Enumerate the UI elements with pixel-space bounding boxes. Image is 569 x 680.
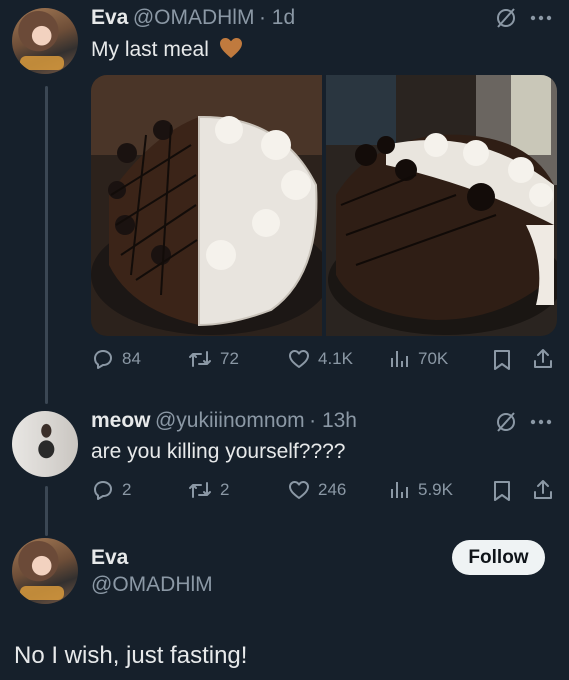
like-icon <box>289 350 309 368</box>
reply-button[interactable]: 2 <box>91 478 131 502</box>
tweet-text: No I wish, just fasting! <box>14 642 248 669</box>
user-handle[interactable]: @OMADHlM <box>133 6 255 29</box>
tweet-header: meow @yukiiinomnom · 13h <box>91 409 357 433</box>
views-button[interactable]: 5.9K <box>387 478 453 502</box>
display-name[interactable]: Eva <box>91 546 128 569</box>
tweet-text-content: My last meal <box>91 38 209 61</box>
reply-icon <box>94 481 112 500</box>
display-name[interactable]: meow <box>91 409 151 432</box>
avatar[interactable] <box>12 411 78 477</box>
avatar[interactable] <box>12 538 78 604</box>
thread-line <box>45 86 48 404</box>
bookmark-icon[interactable] <box>491 348 513 372</box>
cake-photo-2[interactable] <box>326 75 557 336</box>
tweet-text: are you killing yourself???? <box>91 440 346 463</box>
repost-icon <box>189 351 211 367</box>
share-icon[interactable] <box>531 347 555 371</box>
follow-button[interactable]: Follow <box>452 540 545 575</box>
views-button[interactable]: 70K <box>387 347 448 371</box>
user-handle[interactable]: @OMADHlM <box>91 573 213 596</box>
like-button[interactable]: 246 <box>287 478 346 502</box>
repost-count: 2 <box>220 480 230 499</box>
repost-icon <box>189 482 211 498</box>
media-grid[interactable] <box>91 75 557 336</box>
like-icon <box>289 481 309 499</box>
views-count: 5.9K <box>418 480 453 499</box>
thread-line <box>45 486 48 536</box>
avatar[interactable] <box>12 8 78 74</box>
views-icon <box>391 351 408 367</box>
timestamp[interactable]: · 13h <box>309 409 357 432</box>
tweet-actions: 2 2 246 5.9K <box>91 478 557 506</box>
brown-heart-icon <box>219 38 242 58</box>
reply-button[interactable]: 84 <box>91 347 141 371</box>
mute-icon[interactable] <box>494 6 518 30</box>
tweet-text: My last meal <box>91 37 243 62</box>
repost-button[interactable]: 72 <box>187 347 239 371</box>
repost-count: 72 <box>220 349 239 368</box>
bookmark-icon[interactable] <box>491 479 513 503</box>
views-count: 70K <box>418 349 449 368</box>
repost-button[interactable]: 2 <box>187 478 229 502</box>
display-name[interactable]: Eva <box>91 6 128 29</box>
user-handle[interactable]: @yukiiinomnom <box>155 409 305 432</box>
cake-photo-1[interactable] <box>91 75 322 336</box>
tweet-thread: Eva @OMADHlM · 1d My last meal 84 72 4.1… <box>0 0 569 680</box>
like-button[interactable]: 4.1K <box>287 347 353 371</box>
like-count: 246 <box>318 480 347 499</box>
like-count: 4.1K <box>318 349 353 368</box>
mute-icon[interactable] <box>494 410 518 434</box>
reply-count: 84 <box>122 349 141 368</box>
more-icon[interactable] <box>530 14 552 22</box>
more-icon[interactable] <box>530 418 552 426</box>
tweet-header: Eva @OMADHlM · 1d <box>91 6 295 30</box>
reply-icon <box>94 350 112 369</box>
views-icon <box>391 482 408 498</box>
author-handle: @OMADHlM <box>91 573 213 597</box>
reply-count: 2 <box>122 480 132 499</box>
share-icon[interactable] <box>531 478 555 502</box>
author-name: Eva <box>91 546 128 570</box>
timestamp[interactable]: · 1d <box>259 6 295 29</box>
tweet-actions: 84 72 4.1K 70K <box>91 347 557 375</box>
